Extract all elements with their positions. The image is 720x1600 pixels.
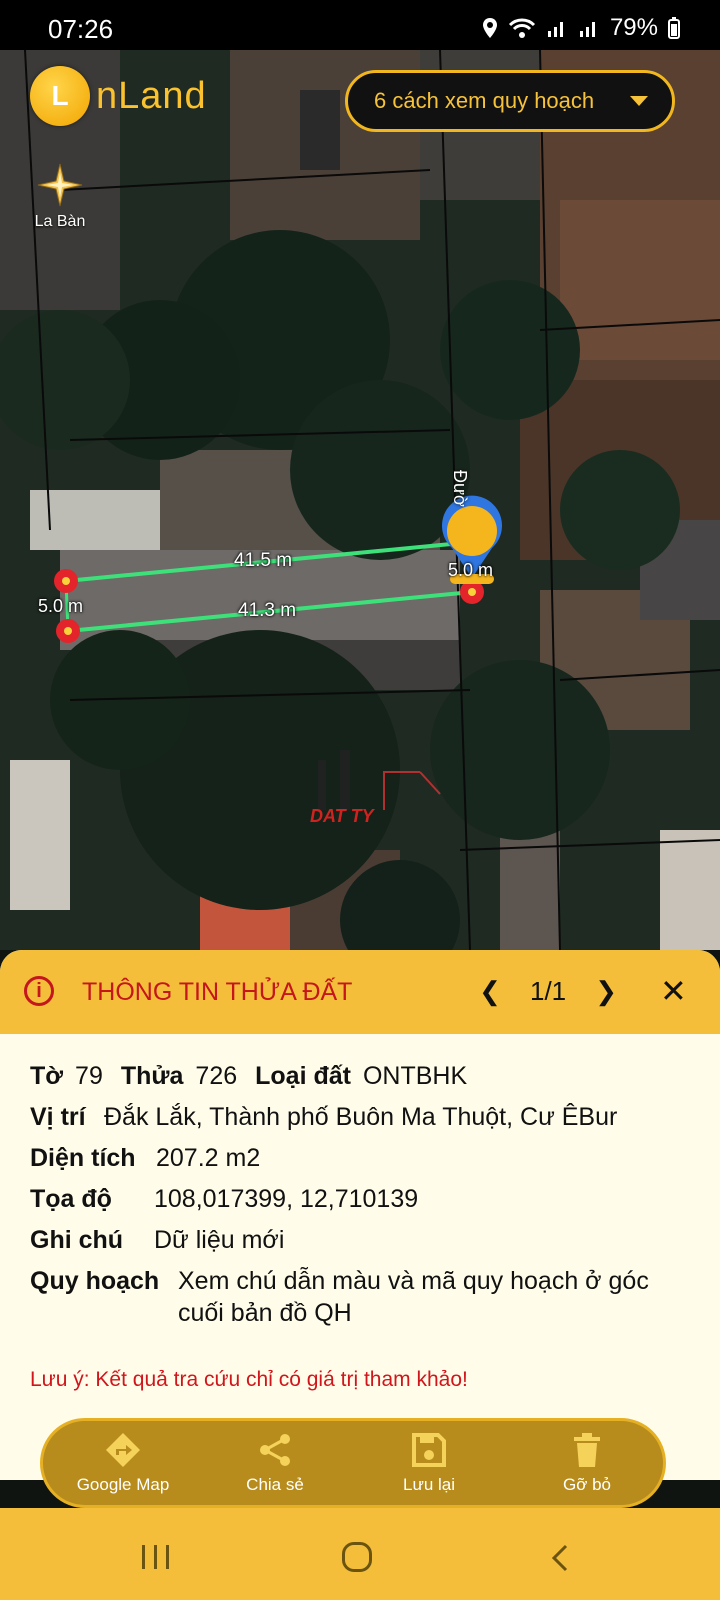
share-button[interactable]: Chia sẻ [215, 1431, 335, 1495]
panel-title: THÔNG TIN THỬA ĐẤT [82, 978, 353, 1006]
planning-dropdown-label: 6 cách xem quy hoạch [374, 88, 595, 113]
wifi-icon [508, 18, 536, 38]
prev-arrow-icon[interactable]: ❮ [478, 976, 502, 1007]
measure-label-bottom: 41.3 m [238, 600, 297, 621]
detail-row-note: Ghi chú Dữ liệu mới [30, 1224, 668, 1256]
note-value: Dữ liệu mới [154, 1226, 285, 1254]
watermark-text: DAT TY [310, 806, 374, 826]
app-name: nLand [96, 74, 207, 117]
compass-icon [37, 163, 83, 207]
planning-value: Xem chú dẫn màu và mã quy hoạch ở góc cu… [178, 1267, 649, 1327]
google-map-label: Google Map [76, 1475, 170, 1494]
status-bar: 07:26 79% [0, 0, 720, 50]
chevron-down-icon [630, 96, 648, 106]
action-bar: Google Map Chia sẻ Lưu lại Gỡ bỏ [40, 1418, 666, 1508]
system-navigation-bar [0, 1508, 720, 1600]
save-icon [412, 1433, 446, 1467]
planning-label: Quy hoạch [30, 1267, 160, 1295]
detail-row-sheet: Tờ 79 Thửa 726 Loại đất ONTBHK [30, 1060, 668, 1092]
battery-icon [668, 17, 680, 39]
location-label: Vị trí [30, 1103, 86, 1131]
google-map-button[interactable]: Google Map [63, 1431, 183, 1495]
next-arrow-icon[interactable]: ❯ [594, 976, 618, 1007]
land-type-value: ONTBHK [362, 1062, 468, 1090]
parcel-label: Thửa [120, 1062, 184, 1090]
location-value: Đắk Lắk, Thành phố Buôn Ma Thuột, Cư ÊBu… [104, 1103, 618, 1131]
corner-marker [54, 569, 78, 593]
measure-label-left: 5.0 m [38, 596, 84, 616]
close-icon[interactable]: ✕ [660, 972, 687, 1010]
satellite-map[interactable]: 41.5 m 41.3 m 5.0 m 5.0 m Đườ DAT TY [0, 50, 720, 950]
compass-button[interactable]: La Bàn [28, 162, 92, 231]
remove-button[interactable]: Gỡ bỏ [527, 1431, 647, 1495]
save-button[interactable]: Lưu lại [369, 1431, 489, 1495]
compass-label: La Bàn [34, 213, 86, 230]
parcel-value: 726 [195, 1062, 238, 1090]
page-counter: 1/1 [530, 976, 567, 1006]
share-label: Chia sẻ [246, 1475, 304, 1494]
info-icon: i [24, 976, 54, 1006]
status-icons: 79% [482, 14, 680, 42]
status-time: 07:26 [48, 14, 114, 44]
logo-mark-icon: L [30, 66, 90, 126]
location-icon [482, 18, 497, 38]
back-icon[interactable] [550, 1544, 570, 1572]
area-value: 207.2 m2 [156, 1144, 261, 1172]
remove-label: Gỡ bỏ [562, 1475, 611, 1494]
area-label: Diện tích [30, 1144, 136, 1172]
signal-icon-2 [579, 22, 595, 37]
planning-view-dropdown[interactable]: 6 cách xem quy hoạch [345, 70, 675, 132]
detail-row-location: Vị trí Đắk Lắk, Thành phố Buôn Ma Thuột,… [30, 1101, 668, 1133]
coordinates-value: 108,017399, 12,710139 [154, 1185, 419, 1213]
land-type-label: Loại đất [255, 1062, 351, 1090]
note-label: Ghi chú [30, 1226, 124, 1254]
parcel-details: Tờ 79 Thửa 726 Loại đất ONTBHK Vị trí Đắ… [30, 1060, 668, 1338]
detail-row-area: Diện tích 207.2 m2 [30, 1142, 668, 1174]
coordinates-label: Tọa độ [30, 1185, 112, 1213]
road-label: Đườ [450, 470, 470, 507]
recent-apps-icon[interactable] [140, 1544, 172, 1570]
detail-row-planning: Quy hoạch Xem chú dẫn màu và mã quy hoạc… [30, 1265, 668, 1329]
sheet-label: Tờ [30, 1062, 64, 1090]
sheet-value: 79 [75, 1062, 103, 1090]
measure-label-top: 41.5 m [234, 550, 293, 571]
panel-header: i THÔNG TIN THỬA ĐẤT ❮ 1/1 ❯ ✕ [0, 950, 720, 1034]
parcel-info-panel: i THÔNG TIN THỬA ĐẤT ❮ 1/1 ❯ ✕ Tờ 79 Thử… [0, 950, 720, 1480]
measure-label-right: 5.0 m [448, 560, 494, 580]
share-icon [260, 1434, 290, 1466]
directions-icon [106, 1433, 140, 1467]
trash-icon [574, 1433, 600, 1467]
disclaimer-note: Lưu ý: Kết quả tra cứu chỉ có giá trị th… [30, 1368, 468, 1391]
signal-icon [547, 22, 563, 37]
battery-percent: 79% [609, 14, 658, 41]
save-label: Lưu lại [402, 1475, 456, 1494]
corner-marker [56, 619, 80, 643]
home-icon[interactable] [342, 1542, 372, 1572]
detail-row-coordinates: Tọa độ 108,017399, 12,710139 [30, 1183, 668, 1215]
app-logo: L nLand [30, 66, 207, 126]
pager: ❮ 1/1 ❯ [478, 976, 618, 1007]
